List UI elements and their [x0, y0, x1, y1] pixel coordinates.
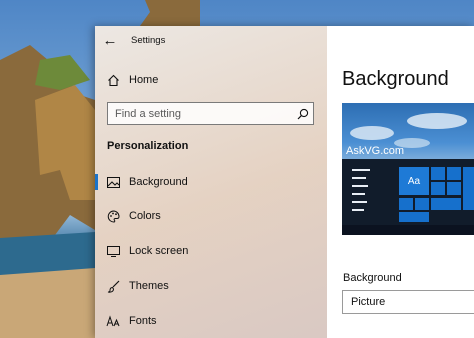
preview-taskbar: [342, 225, 474, 235]
background-dropdown[interactable]: Picture: [342, 290, 474, 314]
preview-tile: [415, 198, 429, 210]
sidebar-item-label: Themes: [129, 280, 169, 292]
lock-screen-icon: [104, 242, 122, 260]
preview-watermark: AskVG.com: [346, 145, 405, 157]
background-setting-label: Background: [343, 272, 402, 284]
preview-sample-text: Aa: [407, 175, 421, 187]
background-preview: Aa AskVG.com: [342, 103, 474, 235]
nav-home-label: Home: [129, 74, 159, 86]
sidebar-item-label: Colors: [129, 210, 161, 222]
navigation-pane: ← Settings Home Personalization Backgrou…: [95, 26, 327, 338]
preview-tile: [431, 167, 445, 180]
preview-tile: [431, 182, 445, 195]
preview-tile: [447, 182, 461, 195]
preview-menu-line: [352, 177, 366, 179]
preview-tile: [399, 212, 429, 222]
section-heading: Personalization: [107, 140, 189, 152]
sidebar-item-background[interactable]: Background: [95, 167, 327, 197]
search-input[interactable]: [108, 106, 293, 121]
back-button[interactable]: ←: [95, 26, 125, 54]
preview-menu-line: [352, 201, 367, 203]
sidebar-item-colors[interactable]: Colors: [95, 201, 327, 231]
title-bar: ← Settings: [95, 26, 327, 54]
picture-icon: [104, 173, 122, 191]
sidebar-item-label: Fonts: [129, 315, 157, 327]
search-box[interactable]: [107, 102, 314, 125]
sidebar-item-lock-screen[interactable]: Lock screen: [95, 236, 327, 266]
preview-menu-line: [352, 209, 364, 211]
preview-tile: [431, 198, 461, 210]
window-title: Settings: [131, 34, 166, 46]
sidebar-item-label: Lock screen: [129, 245, 189, 257]
page-title: Background: [342, 68, 449, 90]
preview-menu-line: [352, 185, 368, 187]
background-dropdown-value: Picture: [351, 296, 386, 308]
sidebar-item-themes[interactable]: Themes: [95, 271, 327, 301]
brush-icon: [104, 277, 122, 295]
preview-tile: [463, 167, 474, 210]
palette-icon: [104, 207, 122, 225]
home-icon: [104, 71, 122, 89]
search-icon[interactable]: [293, 108, 313, 120]
preview-menu-line: [352, 169, 370, 171]
content-pane: Background Aa AskVG.com Background Pictu…: [327, 26, 474, 338]
preview-menu-line: [352, 193, 365, 195]
sidebar-item-fonts[interactable]: Fonts: [95, 306, 327, 336]
preview-sample-tile: Aa: [399, 167, 429, 195]
font-icon: [104, 312, 122, 330]
back-arrow-icon: ←: [102, 31, 118, 49]
nav-home[interactable]: Home: [95, 65, 327, 95]
preview-tile: [447, 167, 461, 180]
preview-tile: [399, 198, 413, 210]
sidebar-item-label: Background: [129, 176, 188, 188]
settings-window: ← Settings Home Personalization Backgrou…: [95, 26, 474, 338]
